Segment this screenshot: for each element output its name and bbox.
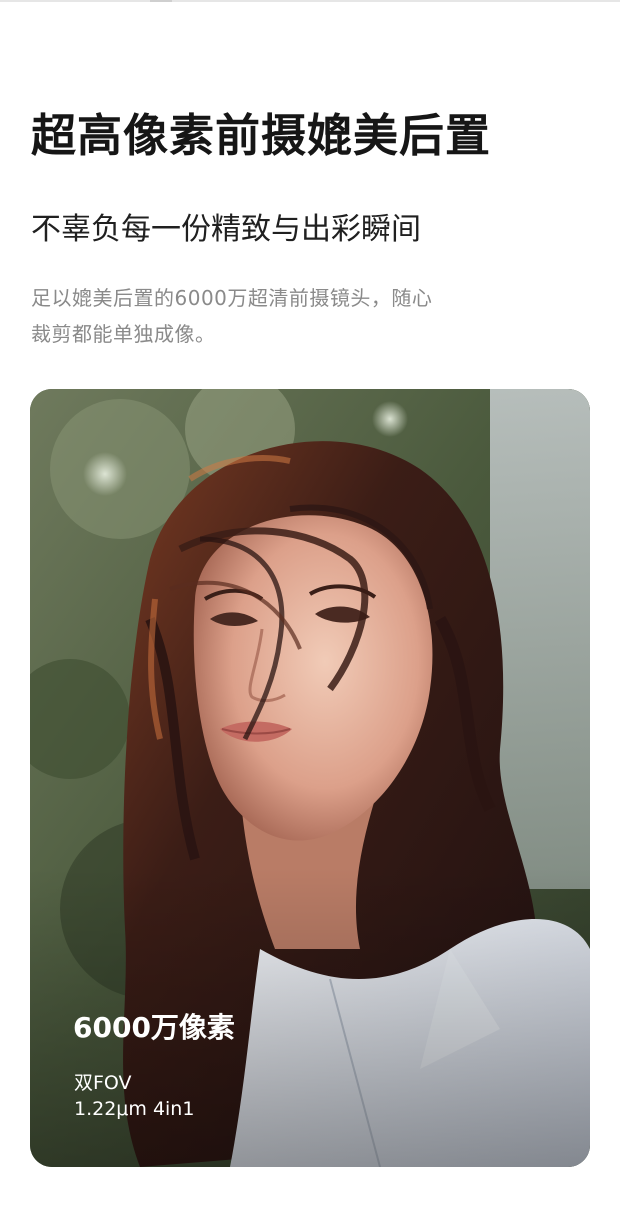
spec-pixel-size: 1.22μm 4in1 xyxy=(74,1098,195,1120)
top-divider xyxy=(0,0,620,2)
page-subheadline: 不辜负每一份精致与出彩瞬间 xyxy=(31,212,421,247)
selfie-sample-photo: 6000万像素 双FOV 1.22μm 4in1 xyxy=(30,389,590,1167)
description-line-2: 裁剪都能单独成像。 xyxy=(31,322,216,346)
page-headline: 超高像素前摄媲美后置 xyxy=(31,109,492,162)
feature-description: 足以媲美后置的6000万超清前摄镜头，随心 裁剪都能单独成像。 xyxy=(31,280,551,352)
description-line-1: 足以媲美后置的6000万超清前摄镜头，随心 xyxy=(31,286,433,310)
spec-megapixels: 6000万像素 xyxy=(73,1011,235,1044)
spec-fov: 双FOV xyxy=(74,1072,132,1094)
